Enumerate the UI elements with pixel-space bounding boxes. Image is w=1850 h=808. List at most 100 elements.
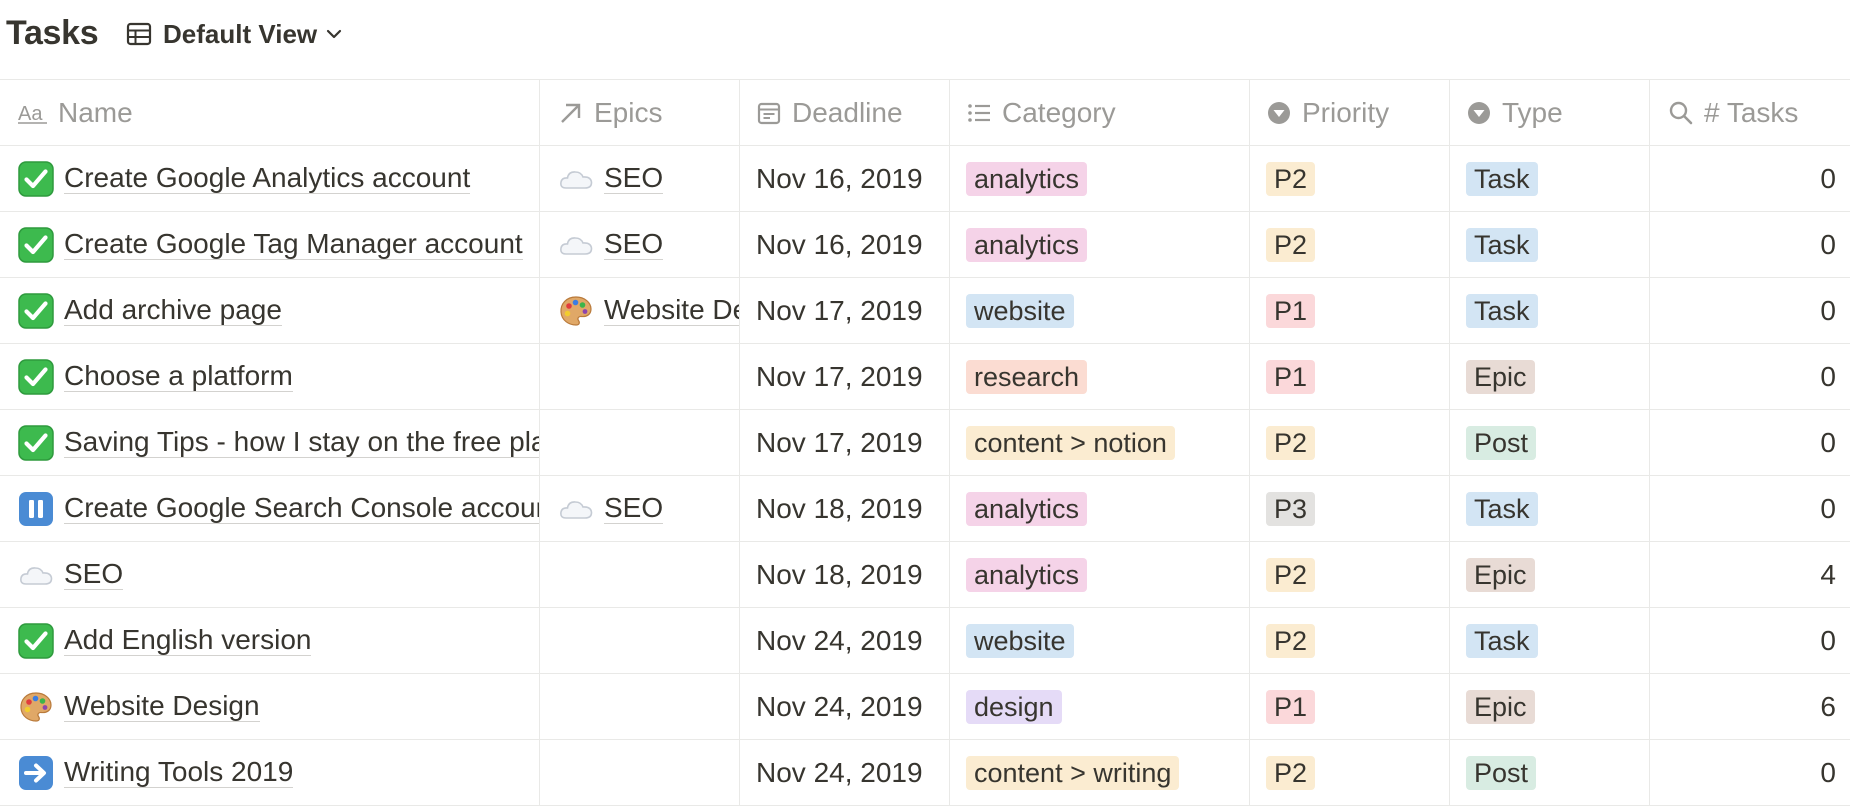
cell-name[interactable]: Add archive page <box>0 278 540 343</box>
task-name-link[interactable]: Add archive page <box>64 295 282 326</box>
table-row[interactable]: Add archive page Website Design Nov 17, 20… <box>0 278 1850 344</box>
cell-task-count[interactable]: 0 <box>1650 740 1850 805</box>
table-row[interactable]: Website Design Nov 24, 2019 design P1 Epic 6 <box>0 674 1850 740</box>
cell-epics[interactable]: Website Design <box>540 278 740 343</box>
cell-deadline[interactable]: Nov 18, 2019 <box>740 542 950 607</box>
table-row[interactable]: Saving Tips - how I stay on the free pla… <box>0 410 1850 476</box>
cell-type[interactable]: Task <box>1450 212 1650 277</box>
cell-epics[interactable] <box>540 344 740 409</box>
table-row[interactable]: Create Google Analytics account SEO Nov 16… <box>0 146 1850 212</box>
table-row[interactable]: SEO Nov 18, 2019 analytics P2 Epic 4 <box>0 542 1850 608</box>
cell-name[interactable]: Add English version <box>0 608 540 673</box>
task-name-link[interactable]: Choose a platform <box>64 361 293 392</box>
cell-type[interactable]: Post <box>1450 410 1650 475</box>
column-header-priority[interactable]: Priority <box>1250 80 1450 145</box>
cell-epics[interactable] <box>540 608 740 673</box>
cell-category[interactable]: analytics <box>950 476 1250 541</box>
column-header-deadline[interactable]: Deadline <box>740 80 950 145</box>
cell-deadline[interactable]: Nov 16, 2019 <box>740 212 950 277</box>
column-header-category[interactable]: Category <box>950 80 1250 145</box>
cell-type[interactable]: Epic <box>1450 542 1650 607</box>
cell-type[interactable]: Task <box>1450 476 1650 541</box>
cell-category[interactable]: website <box>950 608 1250 673</box>
cell-priority[interactable]: P2 <box>1250 146 1450 211</box>
table-row[interactable]: Writing Tools 2019 Nov 24, 2019 content > … <box>0 740 1850 806</box>
cell-priority[interactable]: P3 <box>1250 476 1450 541</box>
cell-priority[interactable]: P1 <box>1250 344 1450 409</box>
task-name-link[interactable]: Saving Tips - how I stay on the free pla… <box>64 427 539 458</box>
cell-task-count[interactable]: 0 <box>1650 476 1850 541</box>
cell-priority[interactable]: P2 <box>1250 542 1450 607</box>
table-row[interactable]: Choose a platform Nov 17, 2019 research P1 E… <box>0 344 1850 410</box>
cell-deadline[interactable]: Nov 17, 2019 <box>740 344 950 409</box>
cell-type[interactable]: Post <box>1450 740 1650 805</box>
column-header-epics[interactable]: Epics <box>540 80 740 145</box>
cell-name[interactable]: SEO <box>0 542 540 607</box>
epic-link[interactable]: SEO <box>604 493 664 524</box>
cell-epics[interactable] <box>540 542 740 607</box>
cell-epics[interactable]: SEO <box>540 212 740 277</box>
task-name-link[interactable]: Create Google Analytics account <box>64 163 471 194</box>
task-name-link[interactable]: Add English version <box>64 625 312 656</box>
cell-task-count[interactable]: 0 <box>1650 278 1850 343</box>
cell-epics[interactable] <box>540 674 740 739</box>
cell-task-count[interactable]: 6 <box>1650 674 1850 739</box>
cell-category[interactable]: content > writing <box>950 740 1250 805</box>
column-header-name[interactable]: Aa Name <box>0 80 540 145</box>
cell-task-count[interactable]: 4 <box>1650 542 1850 607</box>
cell-name[interactable]: Saving Tips - how I stay on the free pla… <box>0 410 540 475</box>
epic-link[interactable]: SEO <box>604 163 664 194</box>
cell-type[interactable]: Epic <box>1450 674 1650 739</box>
epic-link[interactable]: SEO <box>604 229 664 260</box>
column-header-type[interactable]: Type <box>1450 80 1650 145</box>
task-name-link[interactable]: Writing Tools 2019 <box>64 757 294 788</box>
cell-deadline[interactable]: Nov 17, 2019 <box>740 278 950 343</box>
cell-task-count[interactable]: 0 <box>1650 212 1850 277</box>
cell-priority[interactable]: P2 <box>1250 410 1450 475</box>
cell-type[interactable]: Epic <box>1450 344 1650 409</box>
task-name-link[interactable]: Create Google Tag Manager account <box>64 229 523 260</box>
cell-epics[interactable]: SEO <box>540 476 740 541</box>
cell-deadline[interactable]: Nov 24, 2019 <box>740 674 950 739</box>
cell-category[interactable]: analytics <box>950 212 1250 277</box>
cell-name[interactable]: Create Google Search Console account <box>0 476 540 541</box>
cell-type[interactable]: Task <box>1450 608 1650 673</box>
cell-name[interactable]: Choose a platform <box>0 344 540 409</box>
cell-priority[interactable]: P1 <box>1250 278 1450 343</box>
cell-category[interactable]: research <box>950 344 1250 409</box>
cell-name[interactable]: Writing Tools 2019 <box>0 740 540 805</box>
cell-name[interactable]: Create Google Analytics account <box>0 146 540 211</box>
cell-type[interactable]: Task <box>1450 146 1650 211</box>
table-row[interactable]: Create Google Search Console account SEO N… <box>0 476 1850 542</box>
cell-deadline[interactable]: Nov 24, 2019 <box>740 740 950 805</box>
epic-link[interactable]: Website Design <box>604 295 739 326</box>
cell-task-count[interactable]: 0 <box>1650 608 1850 673</box>
cell-priority[interactable]: P2 <box>1250 608 1450 673</box>
cell-epics[interactable]: SEO <box>540 146 740 211</box>
cell-task-count[interactable]: 0 <box>1650 146 1850 211</box>
cell-category[interactable]: design <box>950 674 1250 739</box>
cell-name[interactable]: Website Design <box>0 674 540 739</box>
table-row[interactable]: Create Google Tag Manager account SEO Nov … <box>0 212 1850 278</box>
cell-priority[interactable]: P1 <box>1250 674 1450 739</box>
cell-epics[interactable] <box>540 410 740 475</box>
view-selector-button[interactable]: Default View <box>125 16 343 52</box>
cell-category[interactable]: content > notion <box>950 410 1250 475</box>
cell-task-count[interactable]: 0 <box>1650 410 1850 475</box>
cell-deadline[interactable]: Nov 18, 2019 <box>740 476 950 541</box>
cell-type[interactable]: Task <box>1450 278 1650 343</box>
cell-priority[interactable]: P2 <box>1250 740 1450 805</box>
cell-priority[interactable]: P2 <box>1250 212 1450 277</box>
cell-deadline[interactable]: Nov 17, 2019 <box>740 410 950 475</box>
cell-deadline[interactable]: Nov 24, 2019 <box>740 608 950 673</box>
task-name-link[interactable]: Website Design <box>64 691 260 722</box>
task-name-link[interactable]: SEO <box>64 559 124 590</box>
cell-epics[interactable] <box>540 740 740 805</box>
cell-deadline[interactable]: Nov 16, 2019 <box>740 146 950 211</box>
cell-category[interactable]: analytics <box>950 146 1250 211</box>
column-header-tasks[interactable]: # Tasks <box>1650 80 1850 145</box>
table-row[interactable]: Add English version Nov 24, 2019 website P2… <box>0 608 1850 674</box>
cell-name[interactable]: Create Google Tag Manager account <box>0 212 540 277</box>
cell-task-count[interactable]: 0 <box>1650 344 1850 409</box>
cell-category[interactable]: analytics <box>950 542 1250 607</box>
